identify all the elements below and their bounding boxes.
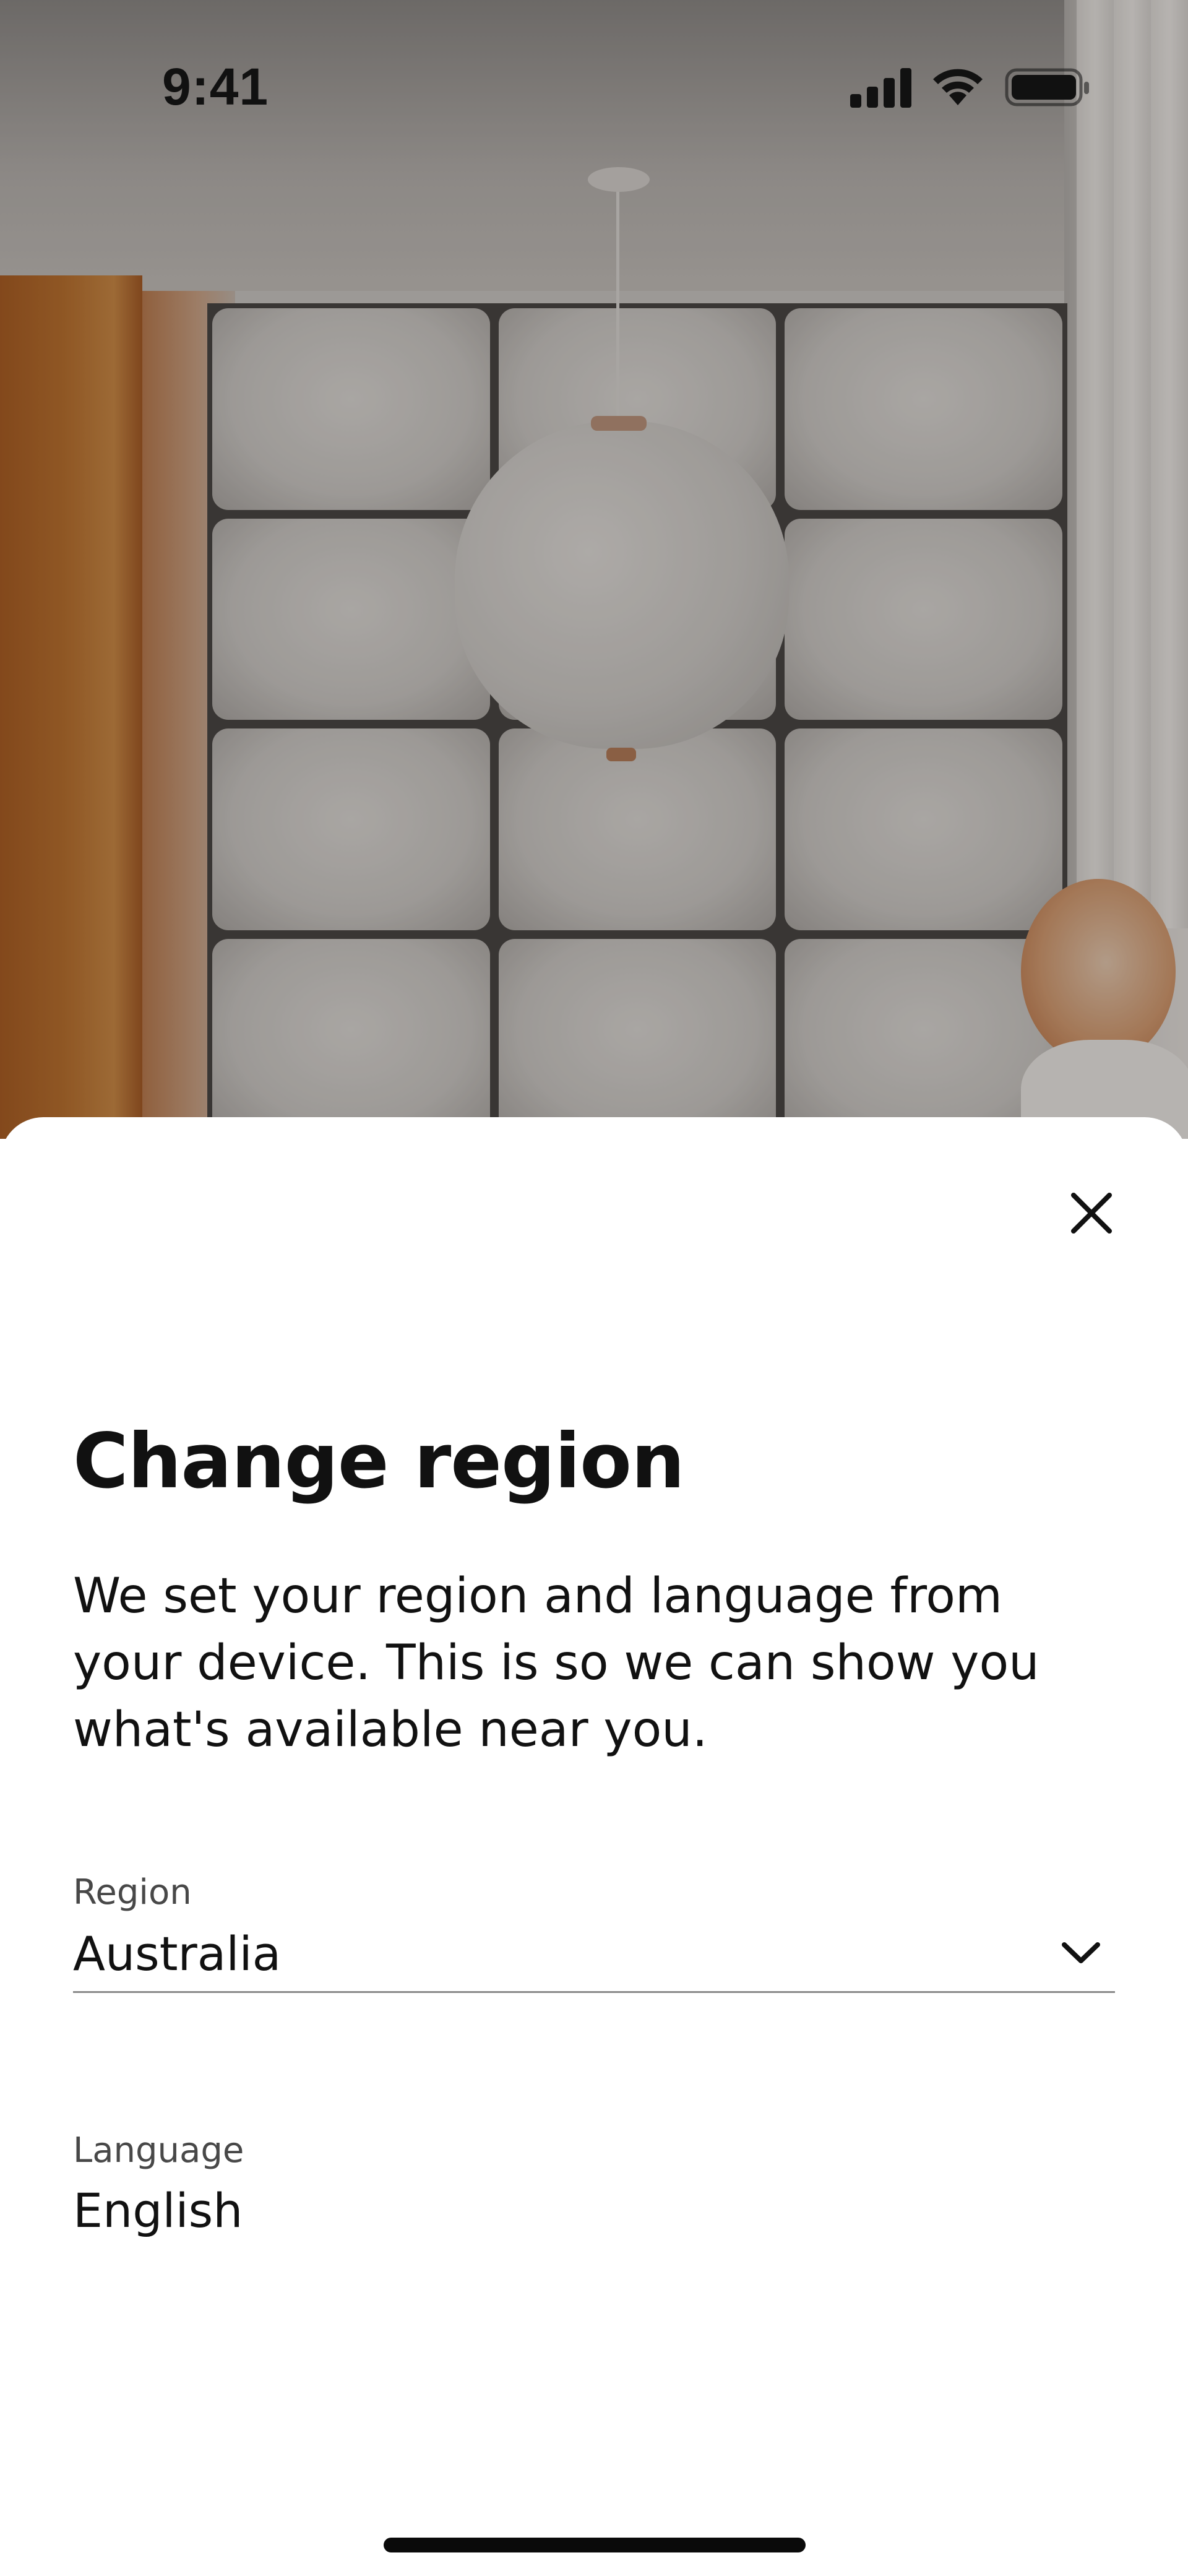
chevron-down-icon — [1062, 1942, 1100, 1963]
change-region-sheet — [0, 1117, 1188, 2576]
page-title: Change region — [73, 1417, 685, 1505]
language-label: Language — [73, 2130, 244, 2171]
status-time: 9:41 — [162, 58, 269, 116]
language-value[interactable]: English — [73, 2183, 243, 2238]
wifi-icon — [933, 69, 983, 105]
signal-icon — [850, 68, 911, 108]
region-label: Region — [73, 1872, 192, 1913]
sheet-description: We set your region and language from you… — [73, 1568, 1040, 1758]
close-button[interactable] — [1059, 1181, 1124, 1245]
status-bar: 9:41 — [0, 0, 1188, 179]
battery-icon — [1005, 68, 1089, 106]
close-icon — [1071, 1193, 1112, 1234]
region-select[interactable]: Australia — [73, 1919, 1115, 1993]
region-value: Australia — [73, 1926, 282, 1981]
home-indicator[interactable] — [384, 2538, 806, 2552]
